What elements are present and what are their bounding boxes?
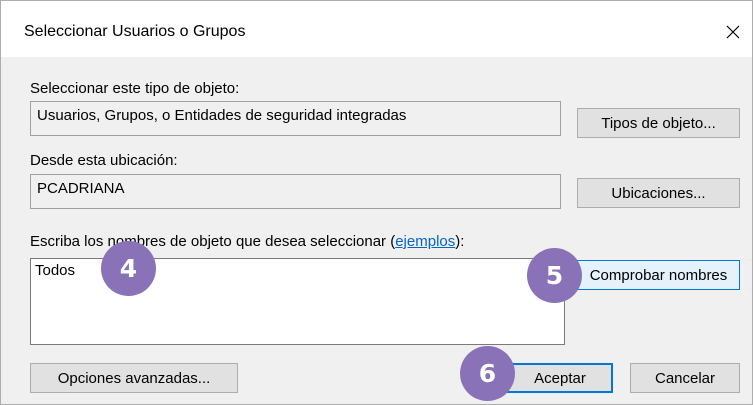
select-users-dialog: Seleccionar Usuarios o Grupos Selecciona… — [0, 0, 753, 405]
step-badge-4: 4 — [101, 241, 156, 296]
object-type-label: Seleccionar este tipo de objeto: — [30, 80, 240, 97]
object-types-button[interactable]: Tipos de objeto... — [577, 108, 740, 138]
dialog-title: Seleccionar Usuarios o Grupos — [24, 23, 246, 40]
location-label: Desde esta ubicación: — [30, 152, 178, 169]
location-field: PCADRIANA — [30, 174, 561, 209]
title-bar: Seleccionar Usuarios o Grupos — [1, 1, 752, 57]
locations-button[interactable]: Ubicaciones... — [577, 178, 740, 208]
close-icon — [726, 25, 740, 39]
cancel-button[interactable]: Cancelar — [630, 363, 740, 393]
close-button[interactable] — [714, 15, 752, 49]
names-label: Escriba los nombres de objeto que desea … — [30, 233, 465, 250]
advanced-options-button[interactable]: Opciones avanzadas... — [30, 363, 238, 393]
step-badge-6: 6 — [460, 346, 515, 401]
check-names-button[interactable]: Comprobar nombres — [577, 260, 740, 290]
object-type-field: Usuarios, Grupos, o Entidades de segurid… — [30, 101, 561, 136]
step-badge-5: 5 — [527, 248, 582, 303]
ok-button[interactable]: Aceptar — [507, 363, 613, 393]
examples-link[interactable]: ejemplos — [395, 233, 455, 250]
